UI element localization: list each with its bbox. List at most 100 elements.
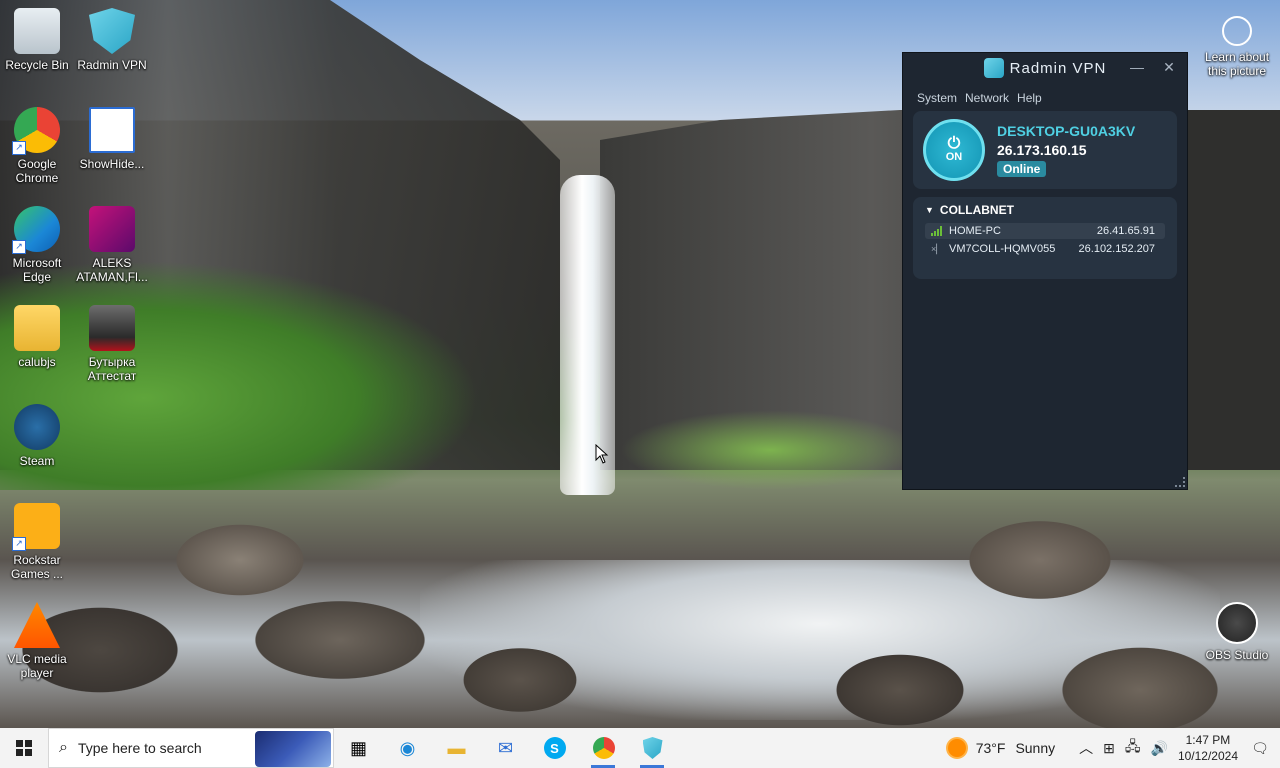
search-placeholder: Type here to search (77, 740, 202, 756)
desktop-icon-calubjs[interactable]: calubjs (0, 305, 74, 369)
close-button[interactable]: ✕ (1159, 59, 1179, 77)
peer-ip: 26.41.65.91 (1096, 225, 1155, 237)
clock-date: 10/12/2024 (1177, 749, 1238, 763)
desktop: Recycle Bin ↗ Google Chrome ↗ Microsoft … (0, 0, 1280, 728)
minimize-button[interactable]: — (1127, 59, 1147, 77)
wallpaper-rocks (0, 480, 1280, 728)
peer-name: HOME-PC (949, 225, 1001, 237)
taskbar-search-box[interactable]: ⌕ Type here to search (48, 728, 334, 768)
peer-row[interactable]: ×▏ VM7COLL-HQMV055 26.102.152.207 (925, 241, 1165, 257)
chevron-up-icon[interactable]: ︿ (1079, 738, 1093, 758)
volume-icon[interactable]: 🔊 (1151, 740, 1168, 757)
desktop-icon-label: Rockstar Games ... (10, 553, 63, 581)
desktop-icon-label: Google Chrome (15, 157, 59, 185)
notification-center-button[interactable]: 🗨 (1248, 736, 1272, 760)
radmin-logo-icon (983, 58, 1004, 78)
desktop-icon-label: ALEKS ATAMAN,Fl... (76, 256, 148, 284)
folder-icon: ▬ (447, 737, 466, 758)
network-icon[interactable]: 🖧 (1125, 736, 1141, 760)
desktop-icon-label: Recycle Bin (5, 58, 69, 72)
meet-now-icon[interactable]: ⊞ (1103, 740, 1115, 757)
local-hostname: DESKTOP-GU0A3KV (997, 122, 1136, 139)
rockstar-icon: ↗ (12, 503, 60, 551)
taskbar-chrome-button[interactable] (579, 728, 628, 768)
power-toggle-button[interactable]: ⏻ ON (923, 119, 985, 181)
peer-ip: 26.102.152.207 (1078, 243, 1155, 255)
album-art-icon (89, 305, 135, 351)
desktop-icon-showhide[interactable]: ShowHide... (75, 107, 149, 171)
vlc-cone-icon (14, 602, 60, 648)
menu-network[interactable]: Network (965, 91, 1009, 105)
camera-info-icon (1222, 16, 1252, 46)
desktop-icon-recycle-bin[interactable]: Recycle Bin (0, 8, 74, 72)
windows-logo-icon (16, 740, 32, 756)
peer-name: VM7COLL-HQMV055 (949, 243, 1056, 255)
desktop-icon-label: VLC media player (7, 652, 67, 680)
menu-bar: System Network Help (903, 83, 1187, 105)
local-machine-info: DESKTOP-GU0A3KV 26.173.160.15 Online (997, 123, 1135, 178)
triangle-down-icon: ▼ (925, 205, 934, 215)
mail-icon: ✉ (497, 737, 514, 758)
status-badge: Online (997, 160, 1047, 177)
mouse-cursor-icon (595, 444, 609, 464)
search-icon: ⌕ (59, 739, 68, 756)
clock[interactable]: 1:47 PM 10/12/2024 (1178, 732, 1238, 764)
desktop-icon-aleks-ataman[interactable]: ALEKS ATAMAN,Fl... (75, 206, 149, 284)
desktop-icon-label: ShowHide... (79, 157, 145, 171)
desktop-icon-label: Learn about this picture (1204, 50, 1270, 78)
shortcut-arrow-icon: ↗ (12, 537, 26, 551)
network-header[interactable]: ▼ COLLABNET (925, 203, 1165, 217)
recycle-bin-icon (14, 8, 60, 54)
power-label: ON (945, 151, 963, 163)
desktop-icon-steam[interactable]: Steam (0, 404, 74, 468)
signal-strength-icon (931, 226, 945, 236)
resize-grip-icon[interactable] (1175, 477, 1185, 487)
window-title: Radmin VPN (983, 58, 1107, 78)
taskbar-edge-button[interactable]: ◉ (383, 728, 432, 768)
desktop-icon-radmin-vpn[interactable]: Radmin VPN (75, 8, 149, 72)
weather-condition[interactable]: Sunny (1015, 740, 1055, 756)
desktop-icon-butyrka[interactable]: Бутырка Аттестат (75, 305, 149, 383)
obs-icon (1216, 602, 1258, 644)
taskbar-mail-button[interactable]: ✉ (481, 728, 530, 768)
taskbar-radmin-button[interactable] (628, 728, 677, 768)
local-machine-card: ⏻ ON DESKTOP-GU0A3KV 26.173.160.15 Onlin… (913, 111, 1177, 189)
edge-icon: ↗ (12, 206, 60, 254)
desktop-icon-vlc[interactable]: VLC media player (0, 602, 74, 680)
network-name: COLLABNET (939, 203, 1014, 217)
desktop-icon-label: calubjs (18, 355, 56, 369)
wallpaper-grass (620, 410, 920, 490)
task-view-icon: ▦ (349, 737, 367, 758)
network-card: ▼ COLLABNET HOME-PC 26.41.65.91 ×▏ VM7CO… (913, 197, 1177, 279)
peer-row[interactable]: HOME-PC 26.41.65.91 (925, 223, 1165, 239)
edge-icon: ◉ (399, 737, 416, 758)
shortcut-arrow-icon: ↗ (12, 240, 26, 254)
task-view-button[interactable]: ▦ (334, 728, 383, 768)
notification-icon: 🗨 (1251, 739, 1269, 756)
taskbar-file-explorer-button[interactable]: ▬ (432, 728, 481, 768)
weather-temperature[interactable]: 73°F (976, 740, 1006, 756)
start-button[interactable] (0, 728, 48, 768)
search-highlight-image (255, 731, 331, 767)
desktop-icon-label: Microsoft Edge (12, 256, 62, 284)
radmin-shield-icon (642, 737, 663, 759)
desktop-icon-microsoft-edge[interactable]: ↗ Microsoft Edge (0, 206, 74, 284)
shortcut-arrow-icon: ↗ (12, 141, 26, 155)
desktop-icon-label: Steam (19, 454, 55, 468)
menu-system[interactable]: System (917, 91, 957, 105)
desktop-icon-obs-studio[interactable]: OBS Studio (1200, 602, 1274, 662)
desktop-icon-label: Бутырка Аттестат (87, 355, 137, 383)
offline-x-icon: ×▏ (931, 243, 944, 254)
album-art-icon (89, 206, 135, 252)
radmin-vpn-window[interactable]: Radmin VPN — ✕ System Network Help ⏻ ON … (902, 52, 1188, 490)
desktop-icon-google-chrome[interactable]: ↗ Google Chrome (0, 107, 74, 185)
desktop-icon-label: Radmin VPN (77, 58, 147, 72)
skype-icon: S (543, 737, 566, 759)
taskbar-skype-button[interactable]: S (530, 728, 579, 768)
desktop-icon-learn-about-picture[interactable]: Learn about this picture (1200, 16, 1274, 78)
desktop-icon-rockstar-games[interactable]: ↗ Rockstar Games ... (0, 503, 74, 581)
menu-help[interactable]: Help (1017, 91, 1042, 105)
clock-time: 1:47 PM (1185, 733, 1231, 747)
window-titlebar[interactable]: Radmin VPN — ✕ (903, 53, 1187, 83)
desktop-icon-label: OBS Studio (1205, 648, 1269, 662)
